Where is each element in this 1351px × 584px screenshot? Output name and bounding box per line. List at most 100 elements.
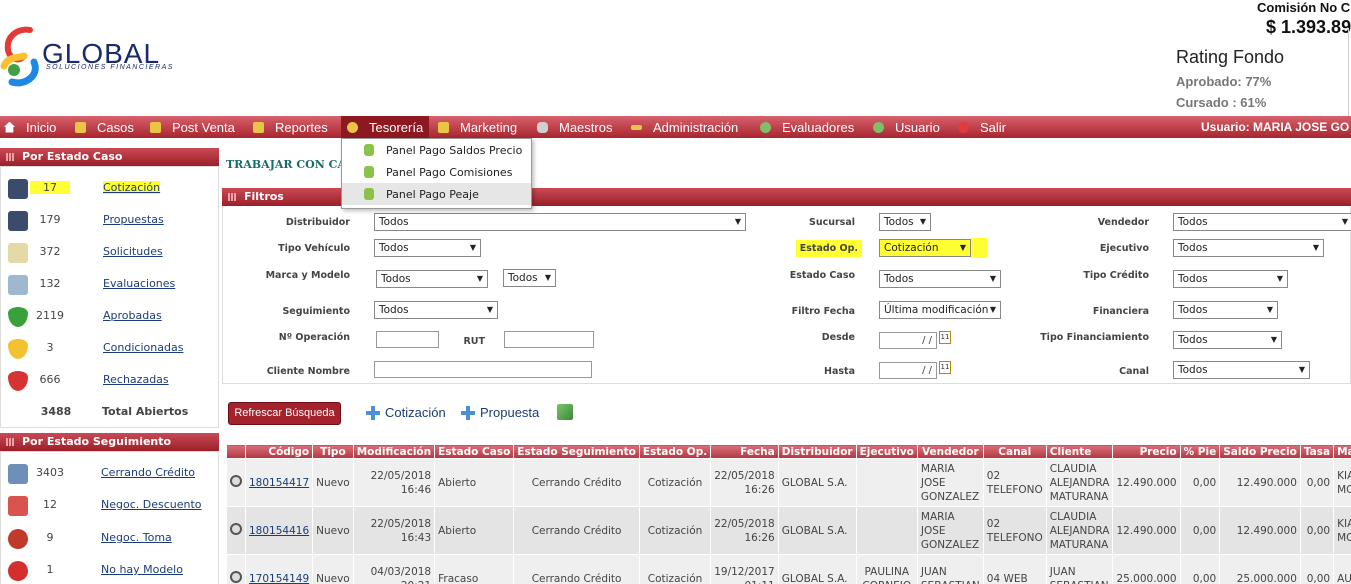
nav-marketing[interactable]: Marketing bbox=[438, 116, 517, 138]
col-header[interactable]: Cliente bbox=[1045, 444, 1114, 459]
nav-reportes[interactable]: Reportes bbox=[253, 116, 328, 138]
view-cell[interactable] bbox=[226, 458, 246, 507]
nav-maestros[interactable]: Maestros bbox=[537, 116, 612, 138]
cell-codigo[interactable]: 180154416 bbox=[244, 506, 314, 555]
select-ejecutivo[interactable]: Todos bbox=[1173, 239, 1324, 257]
nav-evaluadores[interactable]: Evaluadores bbox=[760, 116, 854, 138]
col-header[interactable]: % Pie bbox=[1179, 444, 1221, 459]
nav-salir[interactable]: Salir bbox=[958, 116, 1006, 138]
nav-post-venta[interactable]: Post Venta bbox=[150, 116, 235, 138]
sidebar-link[interactable]: Aprobadas bbox=[103, 309, 162, 322]
sidebar-link[interactable]: No hay Modelo bbox=[101, 563, 183, 576]
input-rut[interactable] bbox=[504, 331, 594, 348]
refresh-search-button[interactable]: Refrescar Búsqueda bbox=[228, 402, 341, 425]
table-row[interactable]: 180154416 Nuevo 22/05/2018 16:43 Abierto… bbox=[226, 506, 1351, 555]
select-tipo-vehiculo[interactable]: Todos bbox=[374, 239, 481, 257]
col-header[interactable]: Estado Seguimiento bbox=[513, 444, 640, 459]
nav-administracion[interactable]: Administración bbox=[631, 116, 738, 138]
magnifier-icon[interactable] bbox=[230, 570, 242, 583]
sidebar-link[interactable]: Condicionadas bbox=[103, 341, 183, 354]
select-vendedor[interactable]: Todos bbox=[1173, 213, 1351, 231]
col-header[interactable]: Marca bbox=[1333, 444, 1351, 459]
menu-item-panel-pago-saldos[interactable]: Panel Pago Saldos Precio bbox=[342, 139, 531, 161]
table-row[interactable]: 180154417 Nuevo 22/05/2018 16:46 Abierto… bbox=[226, 458, 1351, 507]
sidebar-item-solicitudes[interactable]: 372 Solicitudes bbox=[0, 236, 219, 268]
select-estado-caso[interactable]: Todos bbox=[879, 270, 1001, 288]
magnifier-icon[interactable] bbox=[230, 522, 242, 535]
calendar-icon[interactable]: 11 bbox=[939, 331, 951, 344]
col-header[interactable]: Tasa bbox=[1299, 444, 1335, 459]
select-sucursal[interactable]: Todos bbox=[879, 213, 931, 231]
col-header[interactable]: Distribuidor bbox=[777, 444, 857, 459]
sidebar-item-propuestas[interactable]: 179 Propuestas bbox=[0, 204, 219, 236]
sidebar-link[interactable]: Negoc. Toma bbox=[101, 531, 172, 544]
col-header[interactable]: Tipo bbox=[312, 444, 354, 459]
sidebar-link[interactable]: Evaluaciones bbox=[103, 277, 175, 290]
select-financiera[interactable]: Todos bbox=[1173, 301, 1278, 319]
view-cell[interactable] bbox=[226, 506, 246, 555]
total-abiertos-label: Total Abiertos bbox=[102, 405, 189, 418]
sidebar-item-condicionadas[interactable]: 3 Condicionadas bbox=[0, 332, 219, 364]
cell-codigo[interactable]: 180154417 bbox=[244, 458, 314, 507]
select-tipo-financiamiento[interactable]: Todos bbox=[1173, 331, 1282, 349]
col-header[interactable]: Estado Caso bbox=[434, 444, 515, 459]
sidebar-item-cotizacion[interactable]: 17 Cotización bbox=[0, 172, 219, 204]
magnifier-icon[interactable] bbox=[230, 474, 242, 487]
sidebar-link[interactable]: Negoc. Descuento bbox=[101, 498, 202, 511]
select-seguimiento[interactable]: Todos bbox=[374, 301, 498, 319]
global-logo[interactable]: GLOBAL SOLUCIONES FINANCIERAS bbox=[0, 26, 180, 88]
input-operacion[interactable] bbox=[376, 331, 439, 348]
input-hasta[interactable]: / / bbox=[879, 362, 937, 379]
col-header[interactable]: Canal bbox=[982, 444, 1047, 459]
input-desde[interactable]: / / bbox=[879, 332, 937, 349]
codigo-link[interactable]: 180154416 bbox=[249, 525, 309, 537]
sidebar-link[interactable]: Cotización bbox=[103, 181, 161, 194]
sidebar-item-negoc-toma[interactable]: 9 Negoc. Toma bbox=[0, 522, 219, 554]
col-header[interactable]: Modificación bbox=[352, 444, 436, 459]
select-marca[interactable]: Todos bbox=[376, 270, 488, 288]
add-cotizacion-link[interactable]: Cotización bbox=[366, 405, 446, 420]
table-row[interactable]: 170154149 Nuevo 04/03/2018 20:21 Fracaso… bbox=[226, 554, 1351, 584]
select-tipo-credito[interactable]: Todos bbox=[1173, 270, 1288, 288]
sidebar-item-negoc-descuento[interactable]: 12 Negoc. Descuento bbox=[0, 489, 219, 521]
menu-item-panel-pago-comisiones[interactable]: Panel Pago Comisiones bbox=[342, 161, 531, 183]
col-header[interactable]: Precio bbox=[1112, 444, 1181, 459]
select-filtro-fecha[interactable]: Última modificación bbox=[879, 301, 1001, 319]
col-header[interactable]: Estado Op. bbox=[638, 444, 712, 459]
calendar-icon[interactable]: 11 bbox=[939, 361, 951, 374]
sidebar-item-rechazadas[interactable]: 666 Rechazadas bbox=[0, 364, 219, 396]
sidebar-count: 179 bbox=[39, 213, 61, 226]
sidebar-item-aprobadas[interactable]: 2119 Aprobadas bbox=[0, 300, 219, 332]
cell-ejecutivo: PAULINA CORNEJO bbox=[855, 554, 918, 584]
select-canal[interactable]: Todos bbox=[1173, 361, 1310, 379]
nav-usuario[interactable]: Usuario bbox=[873, 116, 940, 138]
view-cell[interactable] bbox=[226, 554, 246, 584]
col-header[interactable]: Código bbox=[244, 444, 314, 459]
sidebar-link[interactable]: Propuestas bbox=[103, 213, 164, 226]
col-header[interactable]: Ejecutivo bbox=[855, 444, 918, 459]
select-estado-op[interactable]: Cotización bbox=[879, 239, 971, 257]
sidebar-link[interactable]: Rechazadas bbox=[103, 373, 169, 386]
nav-inicio[interactable]: Inicio bbox=[4, 116, 56, 138]
sidebar-item-evaluaciones[interactable]: 132 Evaluaciones bbox=[0, 268, 219, 300]
add-propuesta-link[interactable]: Propuesta bbox=[461, 405, 539, 420]
select-modelo[interactable]: Todos bbox=[503, 269, 556, 287]
col-header[interactable]: Vendedor bbox=[916, 444, 984, 459]
codigo-link[interactable]: 170154149 bbox=[249, 573, 309, 584]
sidebar-item-cerrando-credito[interactable]: 3403 Cerrando Crédito bbox=[0, 457, 219, 489]
col-header[interactable]: Fecha bbox=[710, 444, 779, 459]
rating-title: Rating Fondo bbox=[1176, 47, 1285, 67]
select-distribuidor[interactable]: Todos bbox=[374, 213, 746, 231]
sidebar-item-no-hay-modelo[interactable]: 1 No hay Modelo bbox=[0, 554, 219, 584]
menu-item-panel-pago-peaje[interactable]: Panel Pago Peaje bbox=[342, 183, 531, 205]
codigo-link[interactable]: 180154417 bbox=[249, 477, 309, 489]
cell-codigo[interactable]: 170154149 bbox=[244, 554, 314, 584]
sidebar-link[interactable]: Solicitudes bbox=[103, 245, 163, 258]
nav-tesoreria[interactable]: Tesorería bbox=[341, 116, 430, 138]
export-excel-icon[interactable] bbox=[557, 404, 573, 420]
input-cliente-nombre[interactable] bbox=[374, 361, 592, 378]
sidebar-link[interactable]: Cerrando Crédito bbox=[101, 466, 195, 479]
col-header[interactable]: Saldo Precio bbox=[1219, 444, 1301, 459]
nav-casos[interactable]: Casos bbox=[75, 116, 134, 138]
folder-icon bbox=[438, 121, 449, 133]
